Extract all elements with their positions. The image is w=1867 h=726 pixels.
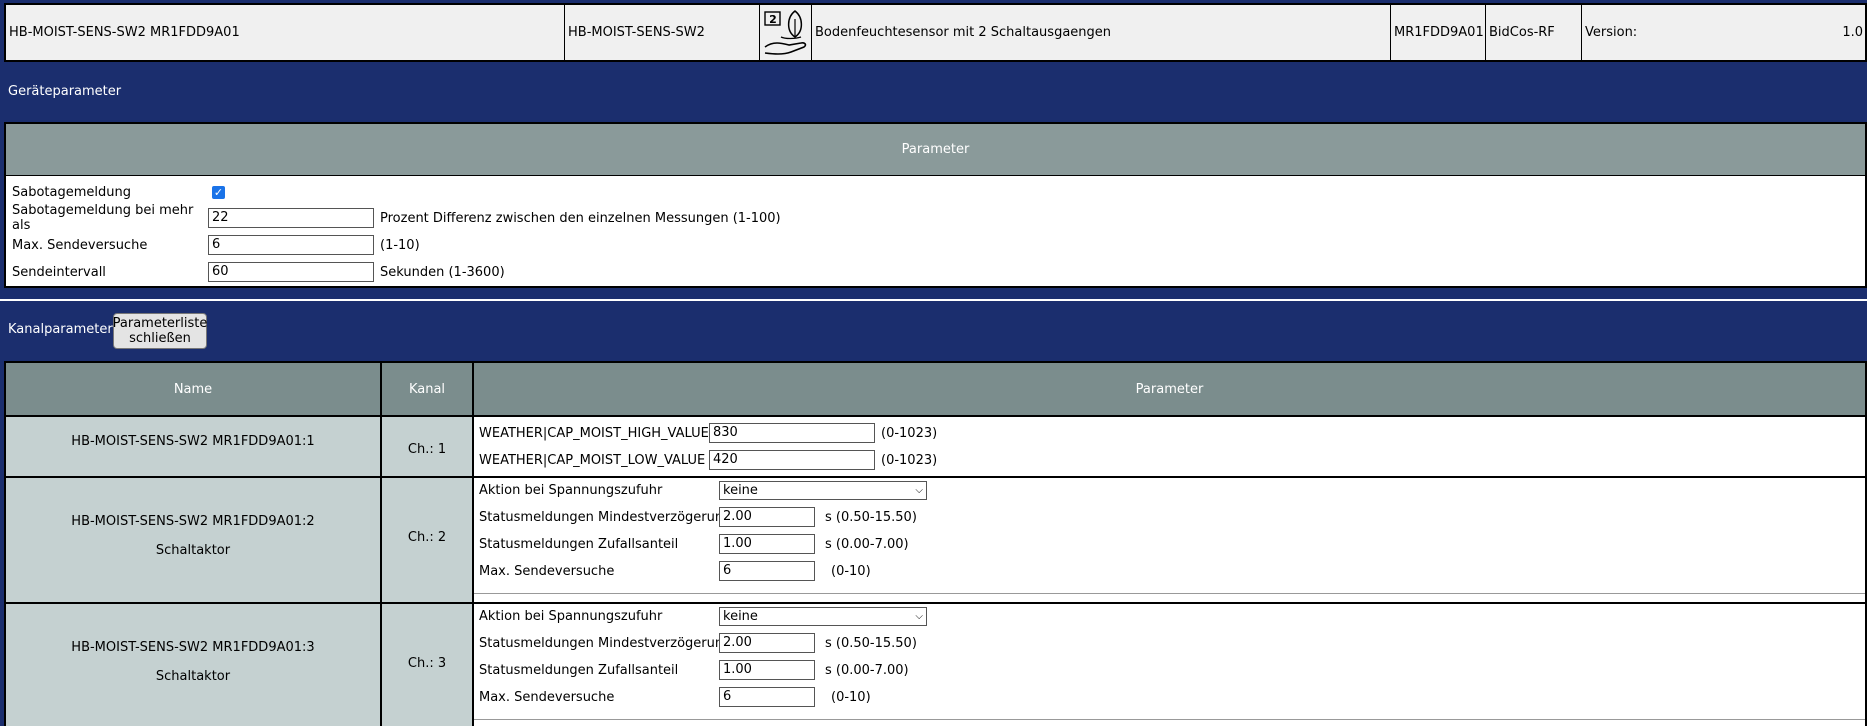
column-header-parameter: Parameter bbox=[474, 363, 1865, 415]
sabotage-checkbox[interactable]: ✓ bbox=[212, 185, 225, 199]
param-hint: (1-10) bbox=[380, 237, 420, 253]
param-label: Statusmeldungen Mindestverzögerung bbox=[479, 509, 732, 525]
table-row-name: HB-MOIST-SENS-SW2 MR1FDD9A01:3 Schaltakt… bbox=[6, 602, 382, 726]
moist-high-input[interactable]: 830 bbox=[709, 423, 875, 443]
channel-number: Ch.: 3 bbox=[407, 655, 447, 671]
table-row-kanal: Ch.: 3 bbox=[382, 602, 474, 726]
moist-low-input[interactable]: 420 bbox=[709, 450, 875, 470]
close-param-list-button[interactable]: Parameterliste schließen bbox=[113, 313, 207, 349]
param-label: Max. Sendeversuche bbox=[12, 237, 148, 253]
channel-subtitle: Schaltaktor bbox=[155, 669, 231, 684]
max-send-input[interactable]: 6 bbox=[719, 561, 815, 581]
param-hint: (0-1023) bbox=[881, 425, 938, 441]
power-action-select[interactable]: keine ⌵ bbox=[719, 480, 927, 500]
param-label: Max. Sendeversuche bbox=[479, 563, 615, 579]
status-delay-input[interactable]: 2.00 bbox=[719, 633, 815, 653]
channel-1-params: WEATHER|CAP_MOIST_HIGH_VALUE 830 (0-1023… bbox=[474, 415, 1865, 476]
param-hint: (0-10) bbox=[831, 689, 871, 705]
version-label: Version: bbox=[1585, 25, 1638, 40]
column-header-kanal: Kanal bbox=[382, 363, 474, 415]
param-hint: s (0.50-15.50) bbox=[825, 509, 917, 525]
device-serial: MR1FDD9A01 bbox=[1391, 5, 1486, 60]
channel-name: HB-MOIST-SENS-SW2 MR1FDD9A01:3 bbox=[71, 640, 315, 655]
device-icon-badge: 2 bbox=[769, 13, 777, 26]
param-label: Aktion bei Spannungszufuhr bbox=[479, 482, 663, 498]
param-row-sabotage-threshold: Sabotagemeldung bei mehr als 22 Prozent … bbox=[12, 203, 781, 233]
param-label: Statusmeldungen Mindestverzögerung bbox=[479, 635, 732, 651]
channel-number: Ch.: 1 bbox=[407, 442, 447, 457]
device-interface: BidCos-RF bbox=[1486, 5, 1582, 60]
max-send-input[interactable]: 6 bbox=[719, 687, 815, 707]
channel-3-params: Aktion bei Spannungszufuhr keine ⌵ Statu… bbox=[474, 602, 1865, 726]
device-version: Version: 1.0 bbox=[1582, 5, 1865, 60]
param-label: WEATHER|CAP_MOIST_HIGH_VALUE bbox=[479, 425, 709, 441]
param-label: Aktion bei Spannungszufuhr bbox=[479, 608, 663, 624]
param-hint: s (0.00-7.00) bbox=[825, 662, 909, 678]
table-row-kanal: Ch.: 1 bbox=[382, 415, 474, 476]
table-row-name: HB-MOIST-SENS-SW2 MR1FDD9A01:1 bbox=[6, 415, 382, 476]
power-action-select[interactable]: keine ⌵ bbox=[719, 606, 927, 626]
device-row[interactable]: HB-MOIST-SENS-SW2 MR1FDD9A01 HB-MOIST-SE… bbox=[4, 3, 1867, 62]
column-header-name: Name bbox=[6, 363, 382, 415]
version-value: 1.0 bbox=[1842, 25, 1863, 40]
row-separator bbox=[474, 719, 1865, 720]
param-hint: Prozent Differenz zwischen den einzelnen… bbox=[380, 210, 781, 226]
device-type: HB-MOIST-SENS-SW2 bbox=[565, 5, 760, 60]
param-label: WEATHER|CAP_MOIST_LOW_VALUE bbox=[479, 452, 706, 468]
send-interval-input[interactable]: 60 bbox=[208, 262, 374, 282]
table-row-kanal: Ch.: 2 bbox=[382, 476, 474, 602]
chevron-down-icon: ⌵ bbox=[915, 484, 923, 496]
row-separator bbox=[474, 593, 1865, 594]
device-params-title: Geräteparameter bbox=[8, 84, 122, 99]
device-params-header: Parameter bbox=[6, 124, 1865, 176]
param-label: Sabotagemeldung bei mehr als bbox=[12, 203, 194, 233]
param-row-max-send: Max. Sendeversuche 6 (1-10) bbox=[12, 234, 420, 256]
table-row-name: HB-MOIST-SENS-SW2 MR1FDD9A01:2 Schaltakt… bbox=[6, 476, 382, 602]
device-description: Bodenfeuchtesensor mit 2 Schaltausgaenge… bbox=[812, 5, 1391, 60]
chevron-down-icon: ⌵ bbox=[915, 610, 923, 622]
param-label: Statusmeldungen Zufallsanteil bbox=[479, 662, 679, 678]
param-row-sabotage: Sabotagemeldung ✓ bbox=[12, 181, 225, 203]
channel-name: HB-MOIST-SENS-SW2 MR1FDD9A01:1 bbox=[71, 434, 315, 449]
param-row-send-interval: Sendeintervall 60 Sekunden (1-3600) bbox=[12, 261, 505, 283]
section-divider bbox=[0, 299, 1867, 301]
channel-number: Ch.: 2 bbox=[407, 529, 447, 545]
channel-params-title: Kanalparameter bbox=[8, 322, 113, 337]
param-label: Sabotagemeldung bbox=[12, 184, 131, 200]
status-delay-input[interactable]: 2.00 bbox=[719, 507, 815, 527]
device-params-panel: Parameter Sabotagemeldung ✓ Sabotagemeld… bbox=[4, 122, 1867, 288]
channel-name: HB-MOIST-SENS-SW2 MR1FDD9A01:2 bbox=[71, 514, 315, 529]
channel-params-table: Name Kanal Parameter HB-MOIST-SENS-SW2 M… bbox=[4, 361, 1867, 726]
param-label: Max. Sendeversuche bbox=[479, 689, 615, 705]
param-hint: s (0.00-7.00) bbox=[825, 536, 909, 552]
sabotage-threshold-input[interactable]: 22 bbox=[208, 208, 374, 228]
plant-hand-icon: 2 bbox=[763, 9, 806, 55]
channel-subtitle: Schaltaktor bbox=[155, 543, 231, 558]
status-random-input[interactable]: 1.00 bbox=[719, 660, 815, 680]
param-hint: (0-10) bbox=[831, 563, 871, 579]
status-random-input[interactable]: 1.00 bbox=[719, 534, 815, 554]
channel-2-params: Aktion bei Spannungszufuhr keine ⌵ Statu… bbox=[474, 476, 1865, 602]
param-hint: Sekunden (1-3600) bbox=[380, 264, 505, 280]
param-hint: s (0.50-15.50) bbox=[825, 635, 917, 651]
max-send-input[interactable]: 6 bbox=[208, 235, 374, 255]
param-label: Sendeintervall bbox=[12, 264, 106, 280]
param-label: Statusmeldungen Zufallsanteil bbox=[479, 536, 679, 552]
device-image: 2 bbox=[760, 5, 812, 60]
param-hint: (0-1023) bbox=[881, 452, 938, 468]
device-name: HB-MOIST-SENS-SW2 MR1FDD9A01 bbox=[6, 5, 565, 60]
